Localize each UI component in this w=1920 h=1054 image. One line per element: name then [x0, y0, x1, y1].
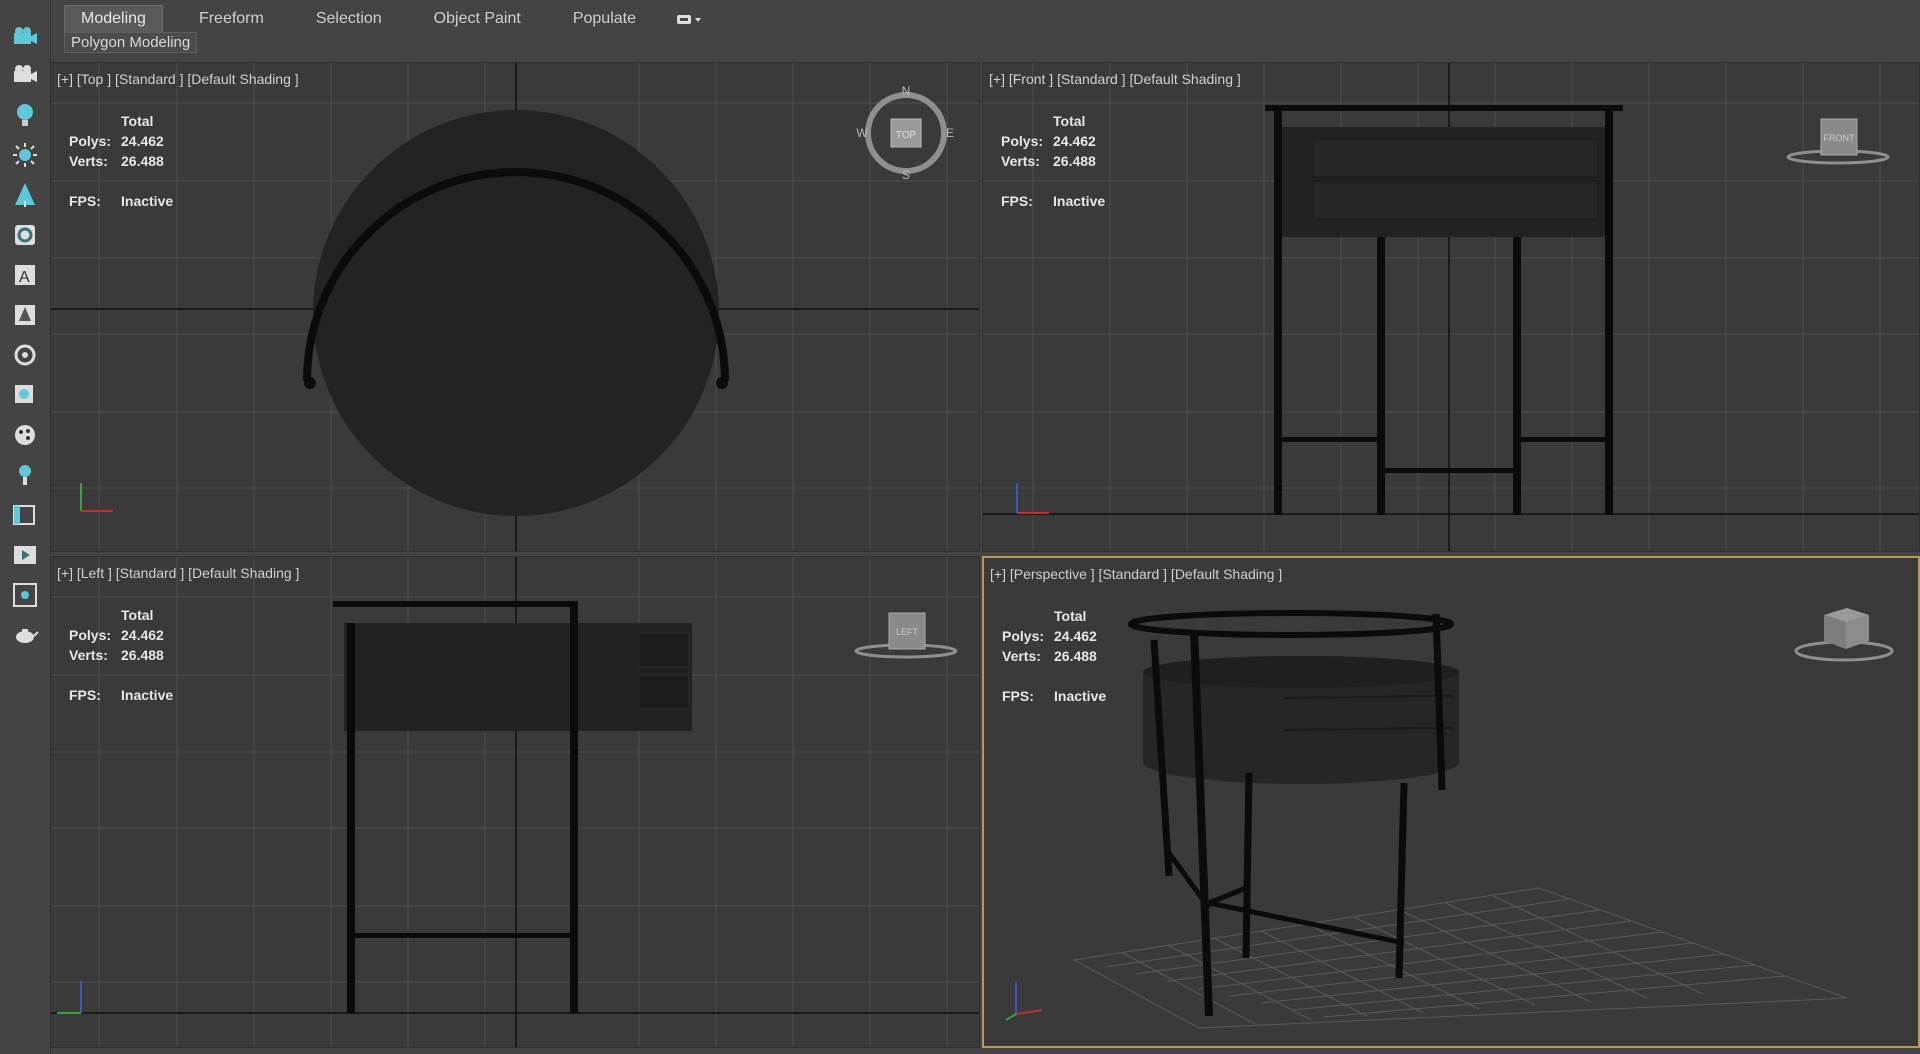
sun-icon[interactable]	[10, 140, 40, 170]
stats-overlay: Total Polys: 24.462 Verts: 26.488 FPS: Inac…	[1002, 606, 1106, 706]
tree-icon[interactable]	[10, 300, 40, 330]
stats-overlay: Total Polys: 24.462 Verts: 26.488 FPS: Inac…	[69, 111, 173, 211]
viewport-grid	[51, 557, 979, 1047]
stats-total: Total	[121, 607, 154, 623]
verts-label: Verts:	[1001, 153, 1040, 169]
scene-icon[interactable]	[10, 580, 40, 610]
polys-label: Polys:	[69, 133, 112, 149]
viewport-icon[interactable]	[10, 500, 40, 530]
compass-south: S	[902, 168, 910, 182]
table-left-view	[333, 601, 692, 1013]
viewport-grid	[51, 63, 979, 551]
polys-label: Polys:	[1001, 133, 1044, 149]
polys-value: 24.462	[121, 627, 164, 643]
polygon-modeling-button[interactable]: Polygon Modeling	[64, 32, 198, 53]
light-bulb-icon[interactable]	[10, 100, 40, 130]
text-panel-icon[interactable]: A	[10, 260, 40, 290]
material-icon[interactable]	[10, 420, 40, 450]
stats-total: Total	[121, 113, 154, 129]
ribbon: Modeling Freeform Selection Object Paint…	[52, 0, 1920, 60]
verts-label: Verts:	[1002, 648, 1041, 664]
tab-modeling[interactable]: Modeling	[64, 5, 163, 33]
verts-label: Verts:	[69, 153, 108, 169]
fps-value: Inactive	[121, 687, 174, 703]
viewport-label[interactable]: [+] [Left ] [Standard ] [Default Shading…	[57, 565, 299, 581]
ribbon-options-dropdown[interactable]	[676, 12, 704, 26]
viewcube[interactable]: LEFT	[851, 607, 961, 667]
viewport-grid	[983, 63, 1919, 551]
stats-total: Total	[1054, 608, 1087, 624]
axis-gizmo	[57, 981, 82, 1014]
polys-value: 24.462	[121, 133, 164, 149]
viewport-label[interactable]: [+] [Top ] [Standard ] [Default Shading …	[57, 71, 299, 87]
svg-text:A: A	[19, 269, 30, 286]
verts-value: 26.488	[1053, 153, 1096, 169]
viewcube-label: TOP	[896, 130, 917, 141]
fps-value: Inactive	[121, 193, 174, 209]
viewcube-3d[interactable]	[1789, 603, 1899, 667]
ribbon-tabs: Modeling Freeform Selection Object Paint…	[64, 5, 704, 33]
render-icon[interactable]	[10, 540, 40, 570]
rotate-view-icon[interactable]	[10, 220, 40, 250]
polys-value: 24.462	[1054, 628, 1097, 644]
stats-overlay: Total Polys: 24.462 Verts: 26.488 FPS: Inac…	[69, 605, 173, 705]
polys-label: Polys:	[1002, 628, 1045, 644]
verts-label: Verts:	[69, 647, 108, 663]
camera-settings-icon[interactable]	[10, 60, 40, 90]
viewcube[interactable]: FRONT	[1783, 113, 1893, 173]
tab-freeform[interactable]: Freeform	[183, 6, 280, 32]
viewport-label[interactable]: [+] [Front ] [Standard ] [Default Shadin…	[989, 71, 1241, 87]
viewport-top[interactable]: [+] [Top ] [Standard ] [Default Shading …	[50, 62, 980, 552]
viewcube-label: LEFT	[896, 627, 919, 637]
tab-populate[interactable]: Populate	[557, 6, 652, 32]
viewport-perspective[interactable]: [+] [Perspective ] [Standard ] [Default …	[982, 556, 1920, 1048]
verts-value: 26.488	[121, 153, 164, 169]
render-frame-icon[interactable]	[10, 380, 40, 410]
verts-value: 26.488	[121, 647, 164, 663]
left-toolbar: A	[0, 0, 51, 1054]
ribbon-options-icon	[677, 15, 701, 24]
table-front-view	[1265, 105, 1623, 515]
foliage-icon[interactable]	[10, 180, 40, 210]
axis-gizmo	[1005, 982, 1043, 1021]
tab-selection[interactable]: Selection	[300, 6, 398, 32]
perspective-scene	[1005, 610, 1848, 1029]
viewcube-label: FRONT	[1824, 133, 1855, 143]
light-icon[interactable]	[10, 460, 40, 490]
stats-overlay: Total Polys: 24.462 Verts: 26.488 FPS: Inac…	[1001, 111, 1105, 211]
viewport-label[interactable]: [+] [Perspective ] [Standard ] [Default …	[990, 566, 1282, 582]
fps-label: FPS:	[69, 193, 101, 209]
fps-value: Inactive	[1053, 193, 1106, 209]
viewcube-compass[interactable]: TOP N S E W	[856, 83, 956, 183]
viewport-left[interactable]: [+] [Left ] [Standard ] [Default Shading…	[50, 556, 980, 1048]
fps-label: FPS:	[69, 687, 101, 703]
viewport-front[interactable]: [+] [Front ] [Standard ] [Default Shadin…	[982, 62, 1920, 552]
compass-north: N	[902, 84, 911, 98]
compass-west: W	[856, 126, 868, 140]
teapot-icon[interactable]	[10, 620, 40, 650]
orbit-icon[interactable]	[10, 340, 40, 370]
stats-total: Total	[1053, 113, 1086, 129]
fps-label: FPS:	[1001, 193, 1033, 209]
tab-object-paint[interactable]: Object Paint	[418, 6, 537, 32]
fps-value: Inactive	[1054, 688, 1107, 704]
camera-icon[interactable]	[10, 22, 40, 52]
polys-label: Polys:	[69, 627, 112, 643]
fps-label: FPS:	[1002, 688, 1034, 704]
axis-gizmo	[80, 483, 113, 512]
compass-east: E	[946, 126, 954, 140]
polys-value: 24.462	[1053, 133, 1096, 149]
perspective-floor-grid	[1072, 887, 1848, 1029]
table-top-view	[303, 110, 729, 516]
verts-value: 26.488	[1054, 648, 1097, 664]
